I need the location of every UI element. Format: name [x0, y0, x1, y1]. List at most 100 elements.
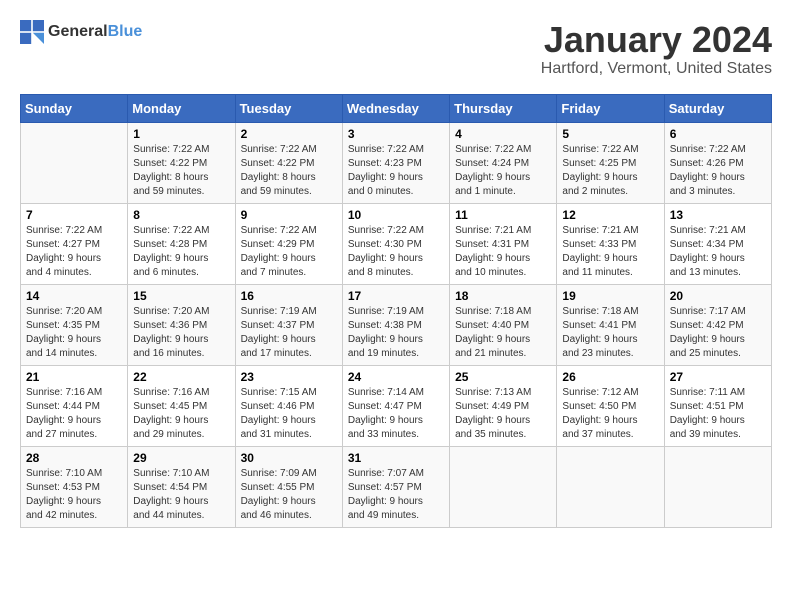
day-info: Sunrise: 7:22 AM Sunset: 4:29 PM Dayligh… [241, 224, 337, 280]
day-number: 18 [455, 289, 551, 303]
day-number: 19 [562, 289, 658, 303]
calendar-cell: 30 Sunrise: 7:09 AM Sunset: 4:55 PM Dayli… [235, 446, 342, 527]
day-number: 9 [241, 208, 337, 222]
day-number: 12 [562, 208, 658, 222]
col-friday: Friday [557, 94, 664, 122]
day-info: Sunrise: 7:21 AM Sunset: 4:33 PM Dayligh… [562, 224, 658, 280]
calendar-cell: 28 Sunrise: 7:10 AM Sunset: 4:53 PM Dayli… [21, 446, 128, 527]
col-wednesday: Wednesday [342, 94, 449, 122]
calendar-cell: 2 Sunrise: 7:22 AM Sunset: 4:22 PM Daylig… [235, 122, 342, 203]
calendar-cell: 11Sunrise: 7:21 AM Sunset: 4:31 PM Dayli… [450, 203, 557, 284]
day-info: Sunrise: 7:12 AM Sunset: 4:50 PM Dayligh… [562, 386, 658, 442]
logo-icon [20, 20, 44, 44]
calendar-cell: 9 Sunrise: 7:22 AM Sunset: 4:29 PM Daylig… [235, 203, 342, 284]
day-info: Sunrise: 7:21 AM Sunset: 4:34 PM Dayligh… [670, 224, 766, 280]
calendar-cell [557, 446, 664, 527]
calendar-cell: 12 Sunrise: 7:21 AM Sunset: 4:33 PM Dayli… [557, 203, 664, 284]
calendar-subtitle: Hartford, Vermont, United States [541, 60, 772, 78]
calendar-cell: 1Sunrise: 7:22 AM Sunset: 4:22 PM Daylig… [128, 122, 235, 203]
day-info: Sunrise: 7:20 AM Sunset: 4:35 PM Dayligh… [26, 305, 122, 361]
days-of-week-row: Sunday Monday Tuesday Wednesday Thursday… [21, 94, 772, 122]
day-info: Sunrise: 7:22 AM Sunset: 4:23 PM Dayligh… [348, 143, 444, 199]
col-thursday: Thursday [450, 94, 557, 122]
day-info: Sunrise: 7:07 AM Sunset: 4:57 PM Dayligh… [348, 467, 444, 523]
calendar-week-2: 7 Sunrise: 7:22 AM Sunset: 4:27 PM Daylig… [21, 203, 772, 284]
day-info: Sunrise: 7:22 AM Sunset: 4:24 PM Dayligh… [455, 143, 551, 199]
day-info: Sunrise: 7:20 AM Sunset: 4:36 PM Dayligh… [133, 305, 229, 361]
calendar-cell: 18Sunrise: 7:18 AM Sunset: 4:40 PM Dayli… [450, 284, 557, 365]
day-info: Sunrise: 7:22 AM Sunset: 4:22 PM Dayligh… [241, 143, 337, 199]
calendar-cell: 5Sunrise: 7:22 AM Sunset: 4:25 PM Daylig… [557, 122, 664, 203]
calendar-week-3: 14 Sunrise: 7:20 AM Sunset: 4:35 PM Dayli… [21, 284, 772, 365]
day-number: 29 [133, 451, 229, 465]
col-saturday: Saturday [664, 94, 771, 122]
calendar-cell: 14 Sunrise: 7:20 AM Sunset: 4:35 PM Dayli… [21, 284, 128, 365]
day-info: Sunrise: 7:22 AM Sunset: 4:26 PM Dayligh… [670, 143, 766, 199]
calendar-cell: 17Sunrise: 7:19 AM Sunset: 4:38 PM Dayli… [342, 284, 449, 365]
calendar-cell: 21 Sunrise: 7:16 AM Sunset: 4:44 PM Dayli… [21, 365, 128, 446]
calendar-cell: 10 Sunrise: 7:22 AM Sunset: 4:30 PM Dayli… [342, 203, 449, 284]
day-number: 2 [241, 127, 337, 141]
day-number: 20 [670, 289, 766, 303]
day-number: 28 [26, 451, 122, 465]
day-number: 31 [348, 451, 444, 465]
day-info: Sunrise: 7:22 AM Sunset: 4:28 PM Dayligh… [133, 224, 229, 280]
day-number: 21 [26, 370, 122, 384]
day-number: 14 [26, 289, 122, 303]
calendar-cell: 24 Sunrise: 7:14 AM Sunset: 4:47 PM Dayli… [342, 365, 449, 446]
calendar-week-1: 1 Sunrise: 7:22 AM Sunset: 4:22 PM Daylig… [21, 122, 772, 203]
calendar-cell: 8Sunrise: 7:22 AM Sunset: 4:28 PM Daylig… [128, 203, 235, 284]
day-number: 23 [241, 370, 337, 384]
logo: GeneralBlue [20, 20, 142, 44]
calendar-cell: 27Sunrise: 7:11 AM Sunset: 4:51 PM Dayli… [664, 365, 771, 446]
calendar-body: 1 Sunrise: 7:22 AM Sunset: 4:22 PM Daylig… [21, 122, 772, 527]
calendar-cell: 25Sunrise: 7:13 AM Sunset: 4:49 PM Dayli… [450, 365, 557, 446]
calendar-cell: 22 Sunrise: 7:16 AM Sunset: 4:45 PM Dayli… [128, 365, 235, 446]
day-number: 25 [455, 370, 551, 384]
day-info: Sunrise: 7:17 AM Sunset: 4:42 PM Dayligh… [670, 305, 766, 361]
day-info: Sunrise: 7:19 AM Sunset: 4:37 PM Dayligh… [241, 305, 337, 361]
calendar-week-5: 28 Sunrise: 7:10 AM Sunset: 4:53 PM Dayli… [21, 446, 772, 527]
calendar-cell: 16 Sunrise: 7:19 AM Sunset: 4:37 PM Dayli… [235, 284, 342, 365]
day-number: 24 [348, 370, 444, 384]
day-number: 11 [455, 208, 551, 222]
calendar-cell: 20 Sunrise: 7:17 AM Sunset: 4:42 PM Dayli… [664, 284, 771, 365]
col-tuesday: Tuesday [235, 94, 342, 122]
calendar-cell: 13 Sunrise: 7:21 AM Sunset: 4:34 PM Dayli… [664, 203, 771, 284]
calendar-cell: 6Sunrise: 7:22 AM Sunset: 4:26 PM Daylig… [664, 122, 771, 203]
day-info: Sunrise: 7:14 AM Sunset: 4:47 PM Dayligh… [348, 386, 444, 442]
day-number: 10 [348, 208, 444, 222]
day-number: 1 [133, 127, 229, 141]
day-info: Sunrise: 7:10 AM Sunset: 4:53 PM Dayligh… [26, 467, 122, 523]
calendar-cell [450, 446, 557, 527]
calendar-cell: 4 Sunrise: 7:22 AM Sunset: 4:24 PM Daylig… [450, 122, 557, 203]
col-monday: Monday [128, 94, 235, 122]
day-number: 4 [455, 127, 551, 141]
calendar-cell: 3Sunrise: 7:22 AM Sunset: 4:23 PM Daylig… [342, 122, 449, 203]
day-info: Sunrise: 7:10 AM Sunset: 4:54 PM Dayligh… [133, 467, 229, 523]
calendar-cell: 26Sunrise: 7:12 AM Sunset: 4:50 PM Dayli… [557, 365, 664, 446]
day-number: 16 [241, 289, 337, 303]
day-info: Sunrise: 7:18 AM Sunset: 4:41 PM Dayligh… [562, 305, 658, 361]
calendar-cell: 7 Sunrise: 7:22 AM Sunset: 4:27 PM Daylig… [21, 203, 128, 284]
day-number: 22 [133, 370, 229, 384]
calendar-cell [21, 122, 128, 203]
logo-text-blue: Blue [108, 23, 143, 40]
calendar-cell [664, 446, 771, 527]
day-info: Sunrise: 7:16 AM Sunset: 4:44 PM Dayligh… [26, 386, 122, 442]
day-number: 13 [670, 208, 766, 222]
calendar-cell: 23Sunrise: 7:15 AM Sunset: 4:46 PM Dayli… [235, 365, 342, 446]
day-number: 30 [241, 451, 337, 465]
page-header: GeneralBlue January 2024 Hartford, Vermo… [20, 20, 772, 78]
calendar-title: January 2024 [541, 20, 772, 60]
day-info: Sunrise: 7:22 AM Sunset: 4:30 PM Dayligh… [348, 224, 444, 280]
calendar-cell: 31 Sunrise: 7:07 AM Sunset: 4:57 PM Dayli… [342, 446, 449, 527]
day-number: 5 [562, 127, 658, 141]
day-info: Sunrise: 7:09 AM Sunset: 4:55 PM Dayligh… [241, 467, 337, 523]
day-info: Sunrise: 7:16 AM Sunset: 4:45 PM Dayligh… [133, 386, 229, 442]
day-info: Sunrise: 7:22 AM Sunset: 4:27 PM Dayligh… [26, 224, 122, 280]
day-number: 7 [26, 208, 122, 222]
calendar-cell: 29 Sunrise: 7:10 AM Sunset: 4:54 PM Dayli… [128, 446, 235, 527]
calendar-header: Sunday Monday Tuesday Wednesday Thursday… [21, 94, 772, 122]
title-area: January 2024 Hartford, Vermont, United S… [541, 20, 772, 78]
